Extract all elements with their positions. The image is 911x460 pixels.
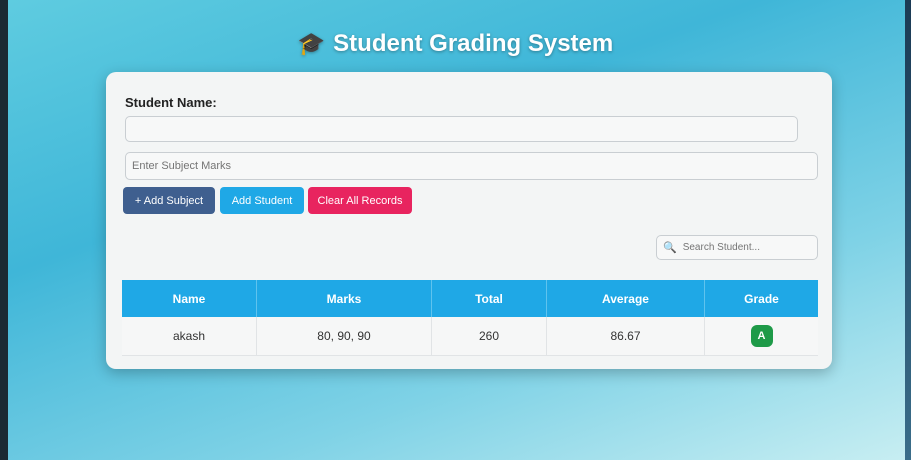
table-row: akash 80, 90, 90 260 86.67 A xyxy=(122,317,818,356)
cell-name: akash xyxy=(122,317,257,356)
subject-marks-input[interactable] xyxy=(125,152,818,180)
screen-bezel-right xyxy=(905,0,911,460)
page-title: 🎓 Student Grading System xyxy=(0,30,911,58)
column-header-average: Average xyxy=(546,280,705,317)
column-header-name: Name xyxy=(122,280,257,317)
student-name-input[interactable] xyxy=(125,116,798,142)
column-header-total: Total xyxy=(431,280,547,317)
cell-average: 86.67 xyxy=(546,317,705,356)
add-student-button[interactable]: Add Student xyxy=(220,187,304,214)
add-subject-button[interactable]: + Add Subject xyxy=(123,187,215,214)
cell-total: 260 xyxy=(431,317,547,356)
students-table: Name Marks Total Average Grade akash 80,… xyxy=(122,280,818,356)
table-header-row: Name Marks Total Average Grade xyxy=(122,280,818,317)
screen-bezel-left xyxy=(0,0,8,460)
page-title-text: Student Grading System xyxy=(333,30,614,57)
search-icon: 🔍 xyxy=(663,242,677,254)
column-header-marks: Marks xyxy=(256,280,432,317)
student-name-label: Student Name: xyxy=(125,95,217,110)
cell-marks: 80, 90, 90 xyxy=(256,317,432,356)
column-header-grade: Grade xyxy=(704,280,818,317)
graduation-cap-icon: 🎓 xyxy=(297,31,326,56)
search-student-input[interactable] xyxy=(680,241,815,254)
cell-grade: A xyxy=(704,317,818,356)
grade-badge: A xyxy=(750,325,773,347)
grading-card: Student Name: + Add Subject Add Student … xyxy=(106,72,832,369)
clear-all-records-button[interactable]: Clear All Records xyxy=(308,187,412,214)
search-box[interactable]: 🔍 xyxy=(656,235,818,260)
